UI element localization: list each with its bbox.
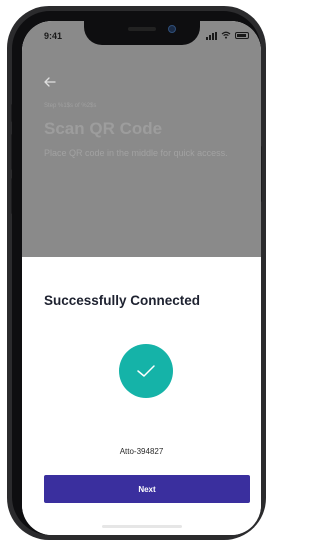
notch <box>84 21 200 45</box>
front-camera <box>168 25 176 33</box>
wifi-icon <box>221 31 231 40</box>
phone-bezel: 9:41 Step %1$s of %2$s Scan QR Code Plac… <box>12 11 261 535</box>
back-arrow-icon[interactable] <box>44 76 56 89</box>
bottom-sheet: Successfully Connected Atto-394827 Next <box>22 257 261 535</box>
next-button[interactable]: Next <box>44 475 250 503</box>
device-id: Atto-394827 <box>119 447 164 456</box>
scan-screen-background: 9:41 Step %1$s of %2$s Scan QR Code Plac… <box>22 21 261 257</box>
sheet-title: Successfully Connected <box>44 293 201 308</box>
scan-title: Scan QR Code <box>44 119 163 138</box>
step-counter: Step %1$s of %2$s <box>44 103 97 109</box>
check-icon <box>137 365 155 377</box>
home-indicator[interactable] <box>102 525 182 528</box>
success-badge <box>119 344 173 398</box>
phone-frame: 9:41 Step %1$s of %2$s Scan QR Code Plac… <box>7 6 266 540</box>
speaker-grille <box>128 27 156 31</box>
status-time: 9:41 <box>44 31 63 41</box>
screen: 9:41 Step %1$s of %2$s Scan QR Code Plac… <box>22 21 261 535</box>
signal-icon <box>206 31 217 40</box>
status-icons <box>206 31 249 40</box>
scan-description: Place QR code in the middle for quick ac… <box>44 148 228 158</box>
battery-icon <box>235 32 249 39</box>
